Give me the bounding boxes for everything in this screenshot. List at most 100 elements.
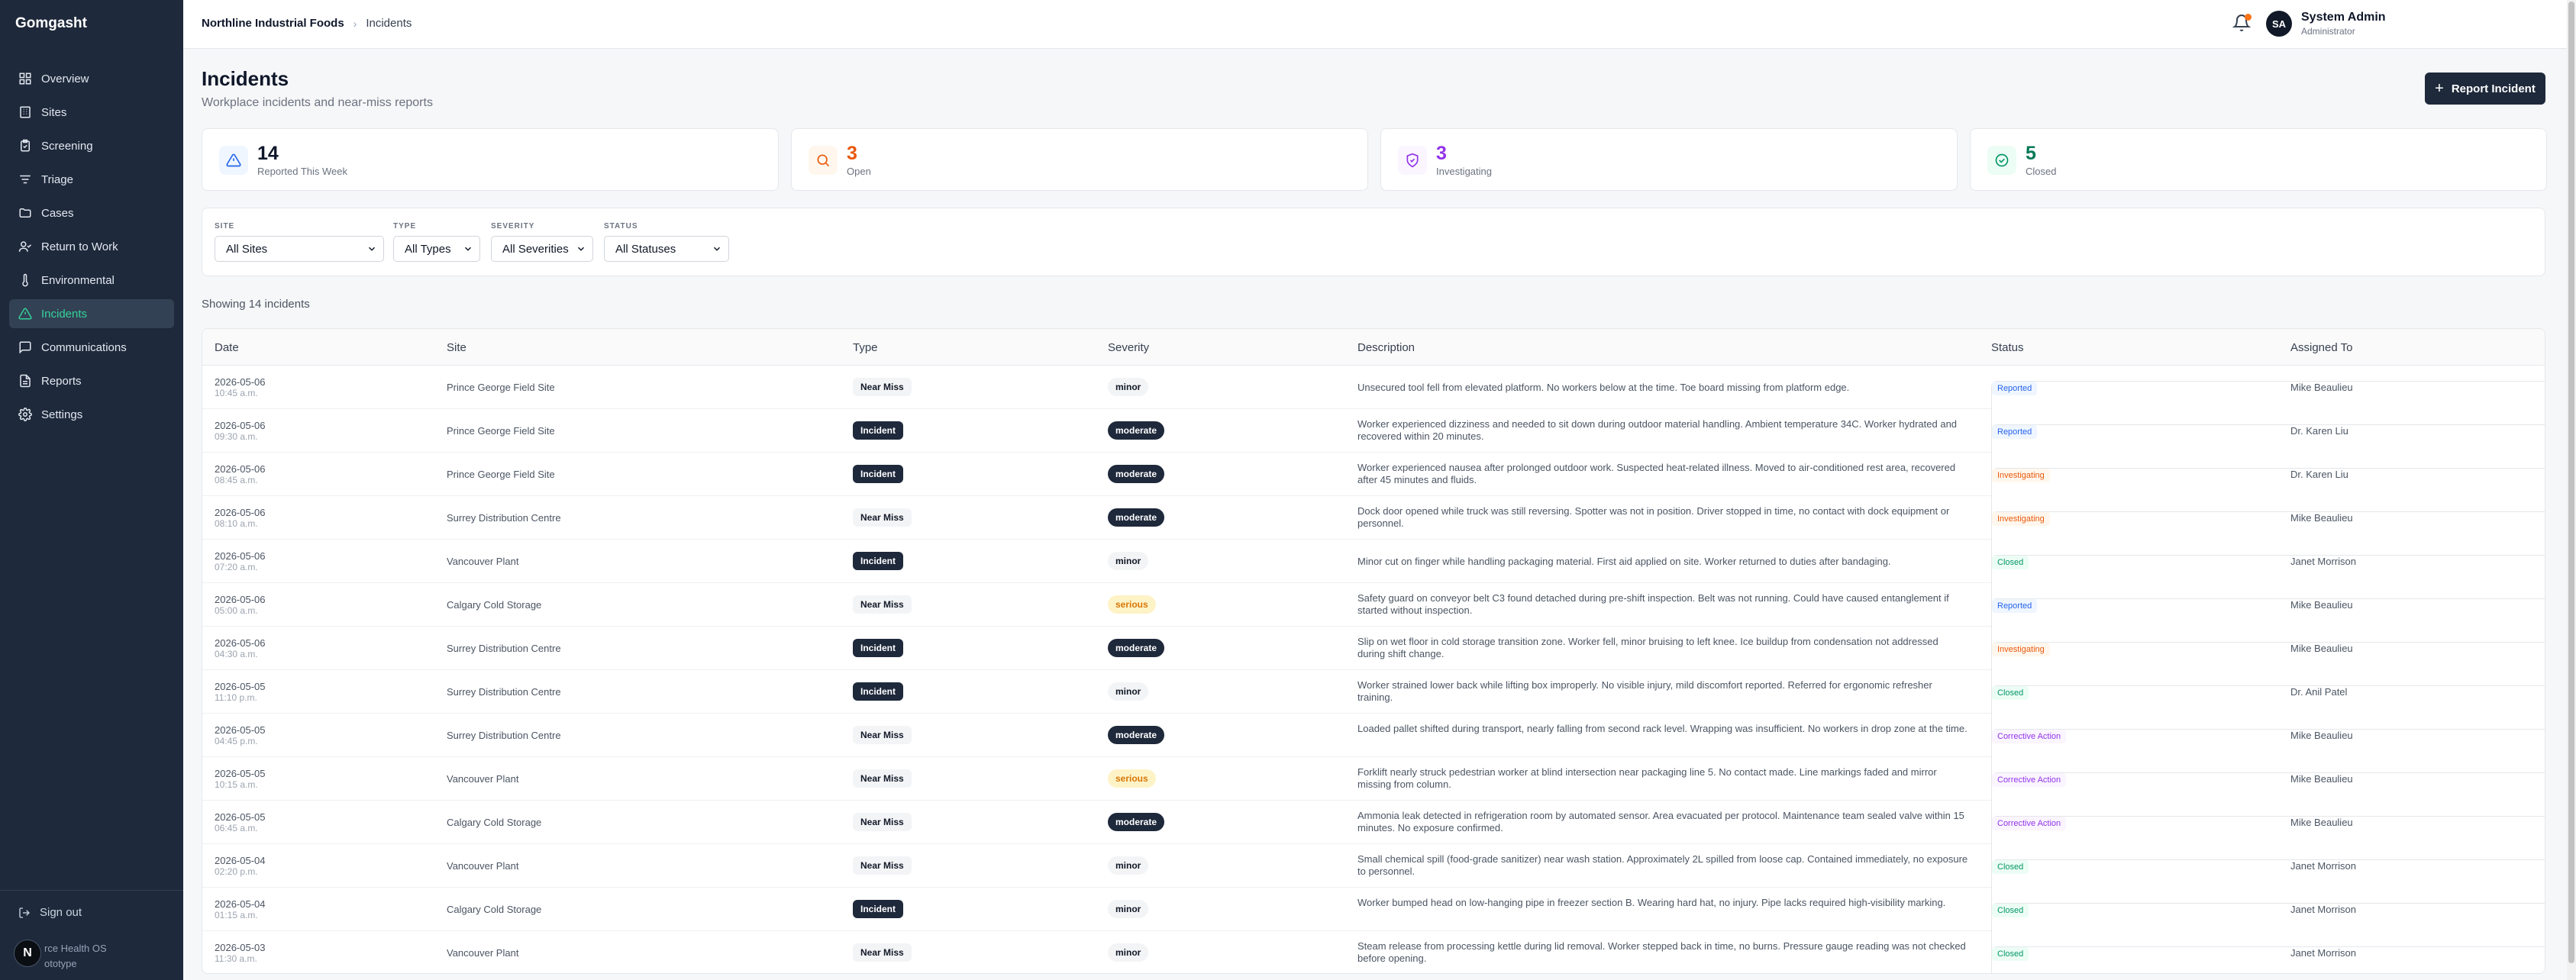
- status-badge: Closed: [1992, 947, 2029, 961]
- row-assigned: Dr. Karen Liu: [2290, 469, 2348, 480]
- severity-badge: moderate: [1108, 813, 1165, 831]
- notifications-button[interactable]: [2232, 14, 2254, 35]
- column-header[interactable]: Type: [853, 341, 878, 354]
- table-row[interactable]: 2026-05-06 10:45 a.m. Prince George Field …: [202, 366, 2545, 443]
- row-site: Vancouver Plant: [447, 947, 519, 959]
- column-header[interactable]: Site: [447, 341, 466, 354]
- sidebar-item-screening[interactable]: Screening: [9, 131, 174, 160]
- row-site: Surrey Distribution Centre: [447, 730, 561, 741]
- thermometer-icon: [22, 273, 28, 287]
- sidebar-footer: Sign out rce Health OS ototype N: [0, 890, 183, 969]
- sidebar-item-environmental[interactable]: Environmental: [9, 266, 174, 295]
- table-row[interactable]: 2026-05-06 09:30 a.m. Prince George Field …: [202, 409, 2545, 487]
- page-scrollbar[interactable]: [2567, 0, 2576, 980]
- table-row[interactable]: 2026-05-05 10:15 a.m. Vancouver Plant Near …: [202, 757, 2545, 835]
- table-row[interactable]: 2026-05-06 05:00 a.m. Calgary Cold Storage…: [202, 583, 2545, 661]
- file-text-icon: [20, 374, 31, 388]
- row-assigned: Mike Beaulieu: [2290, 817, 2353, 828]
- brand-logo[interactable]: Gomgasht: [15, 15, 87, 32]
- building-icon: [20, 106, 31, 118]
- row-date: 2026-05-06: [215, 507, 266, 518]
- row-date: 2026-05-05: [215, 811, 266, 823]
- sidebar-item-settings[interactable]: Settings: [9, 400, 174, 429]
- sidebar-item-triage[interactable]: Triage: [9, 165, 174, 194]
- column-header[interactable]: Severity: [1108, 341, 1149, 354]
- sidebar-item-label: Reports: [41, 374, 82, 388]
- sidebar-item-label: Overview: [41, 72, 89, 85]
- row-severity: moderate: [1108, 813, 1165, 831]
- row-type: Near Miss: [853, 856, 912, 875]
- sidebar-item-sites[interactable]: Sites: [9, 98, 174, 127]
- row-type: Near Miss: [853, 726, 912, 744]
- type-filter-select[interactable]: All Types: [393, 236, 480, 262]
- status-badge: Corrective Action: [1992, 730, 2067, 743]
- table-row[interactable]: 2026-05-06 08:45 a.m. Prince George Field …: [202, 453, 2545, 530]
- app-avatar[interactable]: N: [14, 940, 41, 967]
- breadcrumb-org[interactable]: Northline Industrial Foods: [202, 17, 344, 30]
- sidebar: Gomgasht Overview Sites Screening Triage Cas…: [0, 0, 183, 980]
- sidebar-item-cases[interactable]: Cases: [9, 198, 174, 227]
- severity-filter-select[interactable]: All Severities: [491, 236, 593, 262]
- sidebar-item-communications[interactable]: Communications: [9, 333, 174, 362]
- stat-label: Open: [847, 166, 871, 177]
- row-date: 2026-05-05: [215, 724, 266, 736]
- row-severity: moderate: [1108, 421, 1165, 440]
- status-badge: Investigating: [1992, 643, 2050, 656]
- table-row[interactable]: 2026-05-05 04:45 p.m. Surrey Distribution …: [202, 714, 2545, 791]
- status-badge: Reported: [1992, 382, 2038, 395]
- status-badge: Reported: [1992, 599, 2038, 613]
- severity-badge: minor: [1108, 552, 1149, 570]
- sign-out-link[interactable]: Sign out: [18, 906, 82, 919]
- table-row[interactable]: 2026-05-06 08:10 a.m. Surrey Distribution …: [202, 496, 2545, 574]
- row-assigned: Mike Beaulieu: [2290, 643, 2353, 654]
- table-row[interactable]: 2026-05-04 02:20 p.m. Vancouver Plant Near …: [202, 844, 2545, 922]
- stat-card: 5 Closed: [1970, 128, 2547, 191]
- row-assigned: Mike Beaulieu: [2290, 730, 2353, 741]
- type-badge: Incident: [853, 465, 904, 483]
- column-header[interactable]: Description: [1357, 341, 1415, 354]
- row-site: Surrey Distribution Centre: [447, 686, 561, 698]
- row-time: 07:20 a.m.: [215, 562, 258, 572]
- status-filter-group: STATUS All Statuses: [604, 222, 729, 262]
- row-time: 08:10 a.m.: [215, 518, 258, 529]
- row-site: Calgary Cold Storage: [447, 817, 542, 828]
- row-description: Ammonia leak detected in refrigeration r…: [1357, 810, 1964, 833]
- status-badge: Reported: [1992, 425, 2038, 439]
- row-type: Near Miss: [853, 769, 912, 788]
- row-time: 10:15 a.m.: [215, 779, 258, 790]
- type-filter-group: TYPE All Types: [393, 222, 480, 262]
- row-description: Minor cut on finger while handling packa…: [1357, 556, 1891, 567]
- table-row[interactable]: 2026-05-04 01:15 a.m. Calgary Cold Storage…: [202, 888, 2545, 965]
- row-description: Unsecured tool fell from elevated platfo…: [1357, 382, 1850, 393]
- row-time: 11:10 p.m.: [215, 692, 257, 703]
- table-row[interactable]: 2026-05-03 11:30 a.m. Vancouver Plant Near …: [202, 931, 2545, 973]
- check-circle-icon: [1995, 153, 2009, 167]
- row-date: 2026-05-04: [215, 855, 266, 866]
- column-header[interactable]: Status: [1991, 341, 2024, 354]
- sidebar-item-label: Sites: [41, 105, 67, 119]
- sidebar-item-reports[interactable]: Reports: [9, 366, 174, 395]
- user-avatar[interactable]: SA: [2266, 11, 2292, 37]
- column-header[interactable]: Assigned To: [2290, 341, 2352, 354]
- site-filter-group: SITE All Sites: [215, 222, 384, 262]
- severity-badge: moderate: [1108, 465, 1165, 483]
- report-incident-button[interactable]: + Report Incident: [2425, 73, 2545, 105]
- sidebar-item-return-to-work[interactable]: Return to Work: [9, 232, 174, 261]
- user-name[interactable]: System Admin: [2301, 11, 2386, 24]
- status-filter-select[interactable]: All Statuses: [604, 236, 729, 262]
- row-assigned: Janet Morrison: [2290, 860, 2356, 872]
- table-row[interactable]: 2026-05-06 04:30 a.m. Surrey Distribution …: [202, 627, 2545, 704]
- site-filter-select[interactable]: All Sites: [215, 236, 384, 262]
- table-row[interactable]: 2026-05-06 07:20 a.m. Vancouver Plant Incid…: [202, 540, 2545, 617]
- table-row[interactable]: 2026-05-05 06:45 a.m. Calgary Cold Storage…: [202, 801, 2545, 878]
- sidebar-item-overview[interactable]: Overview: [9, 64, 174, 93]
- row-description: Dock door opened while truck was still r…: [1357, 505, 1950, 529]
- stat-label: Investigating: [1436, 166, 1492, 177]
- sidebar-item-incidents[interactable]: Incidents: [9, 299, 174, 328]
- row-date: 2026-05-06: [215, 550, 266, 562]
- table-row[interactable]: 2026-05-05 11:10 p.m. Surrey Distribution …: [202, 670, 2545, 748]
- row-status: Closed: [1991, 946, 2545, 973]
- column-header[interactable]: Date: [215, 341, 239, 354]
- stat-label: Reported This Week: [257, 166, 348, 177]
- scrollbar-thumb[interactable]: [2568, 2, 2574, 963]
